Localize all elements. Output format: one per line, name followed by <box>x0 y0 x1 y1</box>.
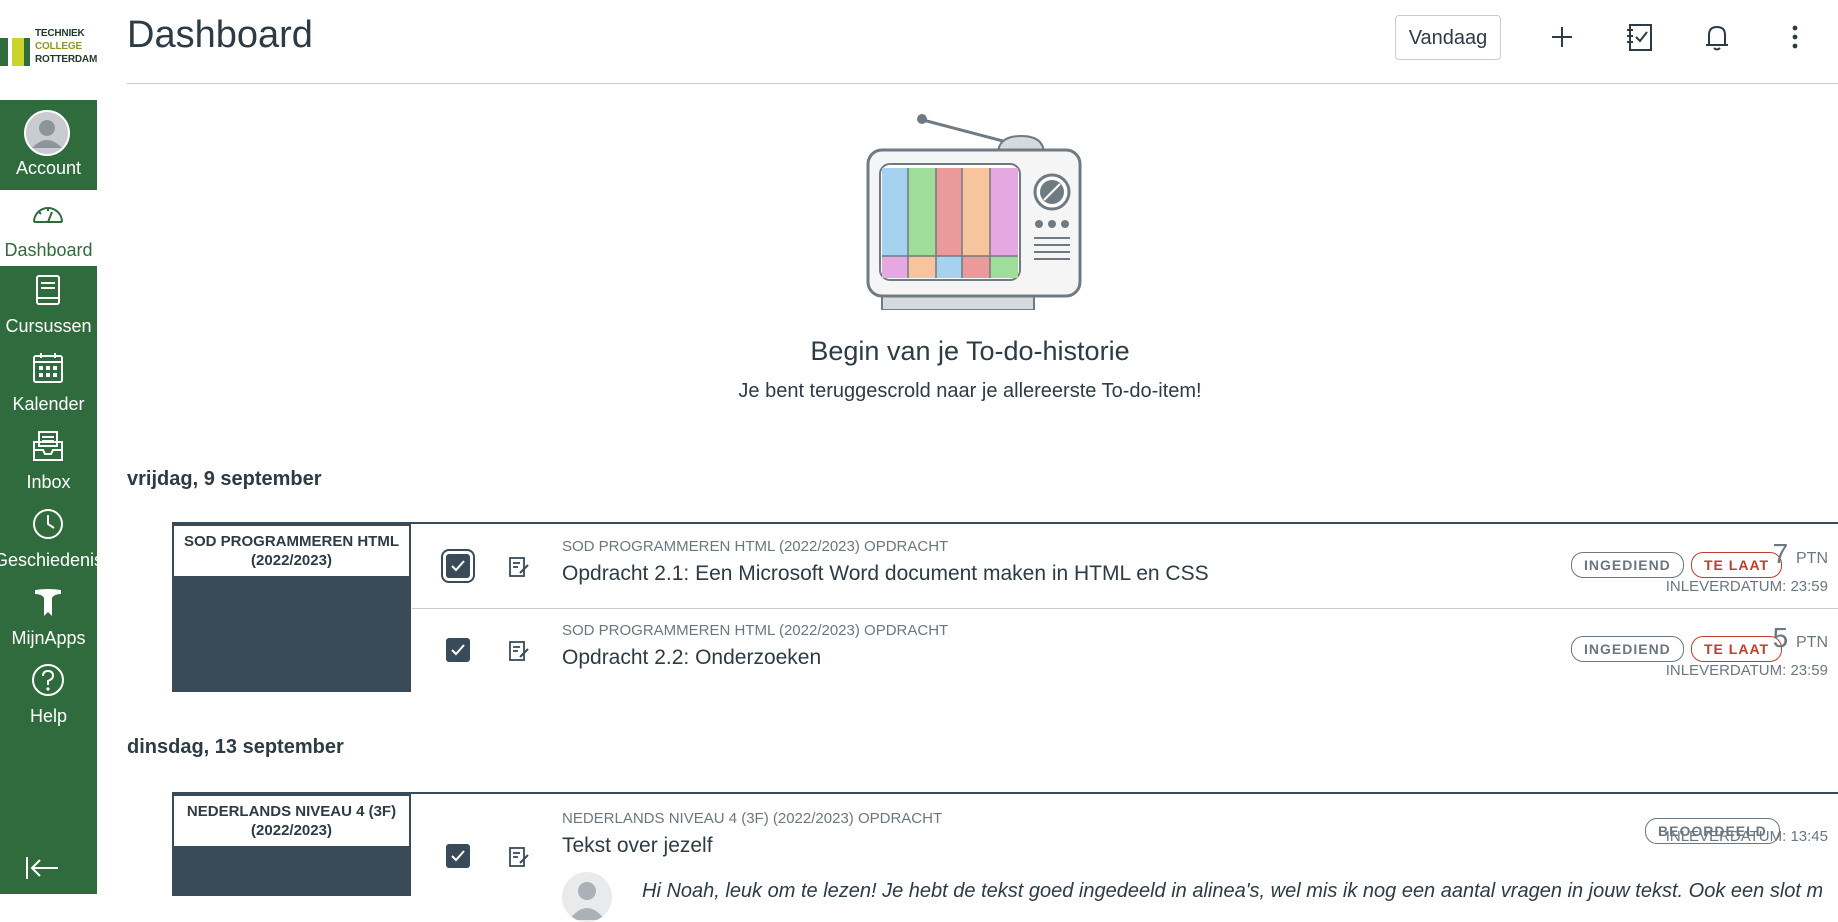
teacher-avatar <box>562 872 612 922</box>
complete-checkbox[interactable] <box>441 549 475 583</box>
account-avatar-icon <box>24 110 70 156</box>
checkmark-icon <box>451 644 465 656</box>
feedback-comment: Hi Noah, leuk om te lezen! Je hebt de te… <box>642 880 1822 902</box>
course-card-label[interactable]: NEDERLANDS NIVEAU 4 (3F) (2022/2023) <box>174 796 409 846</box>
school-logo[interactable]: TECHNIEK COLLEGE ROTTERDAM <box>0 0 97 100</box>
nav-item-inbox[interactable]: Inbox <box>0 422 97 498</box>
item-title-link[interactable]: Tekst over jezelf <box>562 834 713 858</box>
nav-item-mijnapps[interactable]: MijnApps <box>0 578 97 654</box>
assignment-icon <box>509 847 529 867</box>
nav-item-kalender[interactable]: Kalender <box>0 344 97 420</box>
nav-label-account: Account <box>15 158 82 178</box>
day-heading: vrijdag, 9 september <box>127 468 322 490</box>
logo-line-2: COLLEGE <box>35 41 82 52</box>
points-unit: PTN <box>1796 550 1828 567</box>
nav-label-inbox: Inbox <box>26 472 71 492</box>
checkmark-icon <box>451 850 465 862</box>
nav-label-help: Help <box>29 706 68 726</box>
assignment-icon <box>509 641 529 661</box>
more-options-kebab-icon[interactable] <box>1778 20 1812 54</box>
calendar-icon <box>33 353 63 383</box>
notification-bell-icon[interactable] <box>1700 20 1734 54</box>
inbox-icon <box>33 431 63 461</box>
points: 5 PTN <box>1773 622 1828 654</box>
complete-checkbox[interactable] <box>446 638 470 662</box>
logo-line-1: TECHNIEK <box>35 28 85 39</box>
due-time: INLEVERDATUM: 23:59 <box>1665 662 1828 679</box>
nav-label-dashboard: Dashboard <box>4 240 93 260</box>
history-subtitle: Je bent teruggescrold naar je allereerst… <box>738 380 1202 402</box>
planner-course-group: SOD PROGRAMMEREN HTML (2022/2023) SOD PR… <box>172 522 1838 692</box>
item-title-link[interactable]: Opdracht 2.1: Een Microsoft Word documen… <box>562 562 1209 586</box>
points-value: 7 <box>1772 538 1789 569</box>
dashboard-gauge-icon <box>33 207 63 223</box>
planner-item: SOD PROGRAMMEREN HTML (2022/2023) OPDRAC… <box>412 608 1838 692</box>
collapse-nav-icon[interactable] <box>22 853 62 883</box>
day-heading: dinsdag, 13 september <box>127 736 344 758</box>
course-card[interactable]: NEDERLANDS NIVEAU 4 (3F) (2022/2023) <box>172 794 411 896</box>
header-divider <box>127 83 1838 84</box>
history-clock-icon <box>33 509 63 539</box>
status-badge-submitted: INGEDIEND <box>1571 552 1684 578</box>
teacher-avatar-icon <box>569 882 605 920</box>
planner-item: NEDERLANDS NIVEAU 4 (3F) (2022/2023) OPD… <box>412 794 1838 922</box>
points: 7 PTN <box>1773 538 1828 570</box>
assignment-icon <box>509 557 529 577</box>
nav-label-cursussen: Cursussen <box>5 316 92 336</box>
global-nav-sidebar: TECHNIEK COLLEGE ROTTERDAM Account Dashb… <box>0 0 103 894</box>
due-time: INLEVERDATUM: 13:45 <box>1665 828 1828 845</box>
nav-item-account[interactable]: Account <box>0 104 97 180</box>
complete-checkbox[interactable] <box>446 844 470 868</box>
nav-item-help[interactable]: Help <box>0 656 97 732</box>
help-icon <box>32 664 64 696</box>
planner-course-group: NEDERLANDS NIVEAU 4 (3F) (2022/2023) NED… <box>172 792 1838 922</box>
status-badge-late: TE LAAT <box>1691 636 1783 662</box>
nav-item-geschiedenis[interactable]: Geschiedenis <box>0 500 103 576</box>
points-unit: PTN <box>1796 634 1828 651</box>
item-course-context: SOD PROGRAMMEREN HTML (2022/2023) OPDRAC… <box>562 538 949 555</box>
logo-mark-end <box>24 38 30 66</box>
mijnapps-icon <box>35 589 61 616</box>
item-course-context: NEDERLANDS NIVEAU 4 (3F) (2022/2023) OPD… <box>562 810 943 827</box>
logo-mark <box>0 38 8 66</box>
course-card[interactable]: SOD PROGRAMMEREN HTML (2022/2023) <box>172 524 411 692</box>
nav-item-cursussen[interactable]: Cursussen <box>0 266 97 342</box>
grades-notebook-icon[interactable] <box>1623 20 1657 54</box>
page-title: Dashboard <box>127 14 313 56</box>
logo-mark-accent <box>12 38 24 66</box>
planner-item: SOD PROGRAMMEREN HTML (2022/2023) OPDRAC… <box>412 524 1838 609</box>
due-time: INLEVERDATUM: 23:59 <box>1665 578 1828 595</box>
today-button[interactable]: Vandaag <box>1395 15 1501 60</box>
course-card-label[interactable]: SOD PROGRAMMEREN HTML (2022/2023) <box>174 526 409 576</box>
courses-book-icon <box>36 275 60 305</box>
points-value: 5 <box>1772 622 1789 653</box>
add-todo-plus-icon[interactable] <box>1545 20 1579 54</box>
nav-item-dashboard[interactable]: Dashboard <box>0 190 97 266</box>
nav-label-geschiedenis: Geschiedenis <box>0 550 104 570</box>
status-badge-late: TE LAAT <box>1691 552 1783 578</box>
item-title-link[interactable]: Opdracht 2.2: Onderzoeken <box>562 646 821 670</box>
checkmark-icon <box>451 560 465 572</box>
item-course-context: SOD PROGRAMMEREN HTML (2022/2023) OPDRAC… <box>562 622 949 639</box>
todo-history-tv-illustration <box>866 114 1082 310</box>
nav-label-mijnapps: MijnApps <box>11 628 86 648</box>
history-title: Begin van je To-do-historie <box>810 336 1130 366</box>
logo-line-3: ROTTERDAM <box>35 54 98 65</box>
logo-text: TECHNIEK COLLEGE ROTTERDAM <box>35 27 97 66</box>
status-badge-submitted: INGEDIEND <box>1571 636 1684 662</box>
nav-label-kalender: Kalender <box>12 394 85 414</box>
